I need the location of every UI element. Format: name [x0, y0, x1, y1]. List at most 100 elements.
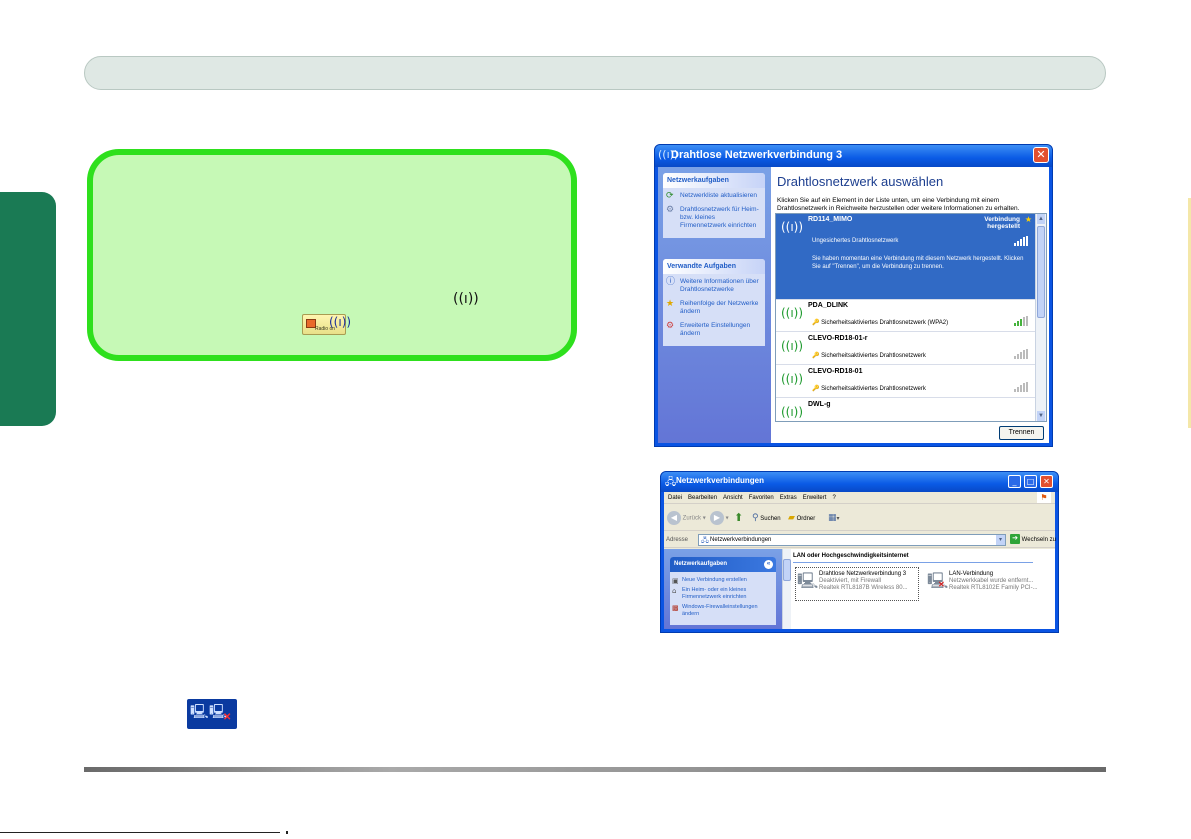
windows-logo-icon: ⚑ [1037, 492, 1051, 503]
wireless-connection-item[interactable]: 🖳 Drahtlose Netzwerkverbindung 3 Deaktiv… [795, 567, 919, 601]
group-header: LAN oder Hochgeschwindigkeitsinternet [793, 553, 909, 559]
chapter-header-bar [84, 56, 1106, 90]
antenna-icon: ((ı)) [780, 306, 804, 320]
network-list[interactable]: ((ı)) RD114_MIMO Verbindung hergestellt … [775, 213, 1047, 422]
network-ssid: CLEVO-RD18-01-r [808, 335, 868, 342]
menu-erweitert[interactable]: Erweitert [803, 495, 827, 501]
go-arrow-icon: ➔ [1010, 534, 1020, 545]
network-ssid: DWL-g [808, 401, 831, 408]
info-icon: ⓘ [666, 277, 676, 287]
more-info-link[interactable]: ⓘ Weitere Informationen über Drahtlosnetz… [663, 274, 765, 296]
disconnect-button[interactable]: Trennen [999, 426, 1044, 440]
go-button[interactable]: ➔ Wechseln zu [1010, 532, 1056, 548]
network-item[interactable]: ((ı)) PDA_DLINK 🔑 Sicherheitsaktiviertes… [776, 300, 1036, 332]
connections-pane: LAN oder Hochgeschwindigkeitsinternet 🖳 … [791, 549, 1055, 629]
minimize-button[interactable]: _ [1008, 475, 1021, 488]
refresh-network-list-link[interactable]: ⟳ Netzwerkliste aktualisieren [663, 188, 765, 202]
forward-button[interactable]: ▶ ▾ [710, 511, 729, 525]
address-field[interactable]: 🖧 Netzwerkverbindungen ▾ [698, 534, 1006, 546]
panel-header: Netzwerkaufgaben « [670, 557, 776, 572]
connection-message: Sie haben momentan eine Verbindung mit d… [812, 256, 1024, 270]
network-ssid: RD114_MIMO [808, 216, 853, 223]
address-bar: Adresse 🖧 Netzwerkverbindungen ▾ ➔ Wechs… [664, 532, 1056, 548]
signal-strength-icon [1014, 316, 1030, 326]
network-security: 🔑 Sicherheitsaktiviertes Drahtlosnetzwer… [812, 386, 926, 392]
scroll-thumb[interactable] [1037, 226, 1045, 318]
new-connection-link[interactable]: ▣ Neue Verbindung erstellen [670, 575, 776, 585]
pane-heading: Drahtlosnetzwerk auswählen [777, 174, 944, 189]
signal-strength-icon [1014, 382, 1030, 392]
setup-network-link[interactable]: ⚙ Drahtlosnetzwerk für Heim- bzw. kleines… [663, 202, 765, 238]
views-button[interactable]: ▦▾ [828, 511, 840, 525]
search-icon: ⚲ [752, 513, 759, 523]
back-arrow-icon: ◀ [667, 511, 681, 525]
window-titlebar: 🖧 Netzwerkverbindungen _ □ ✕ [661, 472, 1058, 492]
network-item[interactable]: ((ı)) CLEVO-RD18-01-r 🔑 Sicherheitsaktiv… [776, 333, 1036, 365]
menu-extras[interactable]: Extras [780, 495, 797, 501]
dialog-title: Drahtlose Netzwerkverbindung 3 [671, 149, 843, 161]
panel-header: Netzwerkaufgaben [663, 173, 765, 188]
new-connection-icon: ▣ [672, 577, 679, 585]
network-order-link[interactable]: ★ Reihenfolge der Netzwerke ändern [663, 296, 765, 318]
forward-arrow-icon: ▶ [710, 511, 724, 525]
up-folder-icon[interactable]: ⬆ [734, 511, 743, 525]
firewall-settings-link[interactable]: ▩ Windows-Firewalleinstellungen ändern [670, 602, 776, 619]
disconnected-x-icon: ✕ [223, 712, 232, 723]
chapter-side-tab [0, 192, 56, 426]
network-ssid: CLEVO-RD18-01 [808, 368, 863, 375]
star-icon: ★ [1024, 215, 1032, 224]
network-connections-window: 🖧 Netzwerkverbindungen _ □ ✕ Datei Bearbe… [660, 471, 1059, 633]
network-list-scrollbar[interactable]: ▲ ▼ [1035, 214, 1046, 421]
group-divider [793, 562, 1033, 563]
window-title: Netzwerkverbindungen [676, 476, 765, 485]
panel-header: Verwandte Aufgaben [663, 259, 765, 274]
radio-on-icon: Radio on ((ı)) [302, 314, 351, 335]
network-item[interactable]: ((ı)) DWL-g [776, 399, 1036, 421]
network-item[interactable]: ((ı)) CLEVO-RD18-01 🔑 Sicherheitsaktivie… [776, 366, 1036, 398]
antenna-icon: ((ı)) [780, 220, 804, 234]
chevron-down-icon[interactable]: ▾ [996, 535, 1005, 545]
close-button[interactable]: ✕ [1033, 147, 1049, 163]
task-pane: Netzwerkaufgaben ⟳ Netzwerkliste aktualis… [658, 167, 771, 443]
views-icon: ▦ [828, 513, 837, 523]
search-button[interactable]: ⚲ Suchen [752, 511, 781, 525]
scroll-thumb[interactable] [783, 559, 791, 581]
setup-icon: ⚙ [666, 205, 675, 215]
network-tray-icon: 🖳 🖳 ✕ [187, 699, 237, 729]
dialog-titlebar: ((ı)) Drahtlose Netzwerkverbindung 3 ✕ [655, 145, 1052, 167]
close-button[interactable]: ✕ [1040, 475, 1053, 488]
footer-rule [84, 767, 1106, 772]
advanced-settings-link[interactable]: ⚙ Erweiterte Einstellungen ändern [663, 318, 765, 346]
network-item-selected[interactable]: ((ı)) RD114_MIMO Verbindung hergestellt … [776, 214, 1036, 300]
back-button[interactable]: ◀ Zurück ▾ [667, 511, 706, 525]
refresh-icon: ⟳ [666, 191, 674, 201]
home-network-icon: ⌂ [672, 587, 677, 595]
lan-connection-item[interactable]: 🖳 ✕ LAN-Verbindung Netzwerkkabel wurde e… [927, 569, 1047, 599]
bottom-rule [0, 832, 280, 833]
antenna-icon: ((ı)) [780, 339, 804, 353]
menu-help[interactable]: ? [832, 495, 835, 501]
network-icon: 🖧 [701, 536, 709, 544]
collapse-chevron-icon[interactable]: « [764, 560, 773, 569]
star-icon: ★ [666, 299, 675, 309]
scroll-up-button[interactable]: ▲ [1037, 214, 1045, 224]
network-list-pane: Drahtlosnetzwerk auswählen Klicken Sie a… [771, 167, 1049, 443]
wireless-adapter-icon: 🖳 [797, 571, 819, 590]
home-network-link[interactable]: ⌂ Ein Heim- oder ein kleines Firmennetzwe… [670, 585, 776, 602]
menu-bearbeiten[interactable]: Bearbeiten [688, 495, 717, 501]
scroll-down-button[interactable]: ▼ [1037, 411, 1045, 421]
bottom-dot [286, 831, 288, 834]
disconnected-x-icon: ✕ [938, 580, 945, 589]
task-pane-scrollbar[interactable] [782, 549, 791, 629]
maximize-button[interactable]: □ [1024, 475, 1037, 488]
related-tasks-panel: Verwandte Aufgaben ⓘ Weitere Informatione… [663, 259, 765, 346]
toolbar: ◀ Zurück ▾ ▶ ▾ ⬆ ⚲ Suchen ▰ Ordner ▦▾ [664, 505, 1055, 531]
wireless-network-dialog: ((ı)) Drahtlose Netzwerkverbindung 3 ✕ N… [654, 144, 1053, 447]
folders-button[interactable]: ▰ Ordner [788, 511, 815, 525]
pane-description: Klicken Sie auf ein Element in der Liste… [777, 197, 1020, 212]
network-security: 🔑 Sicherheitsaktiviertes Drahtlosnetzwer… [812, 320, 949, 326]
menu-favoriten[interactable]: Favoriten [749, 495, 774, 501]
signal-strength-icon [1014, 236, 1030, 246]
menu-ansicht[interactable]: Ansicht [723, 495, 743, 501]
menu-datei[interactable]: Datei [668, 495, 682, 501]
